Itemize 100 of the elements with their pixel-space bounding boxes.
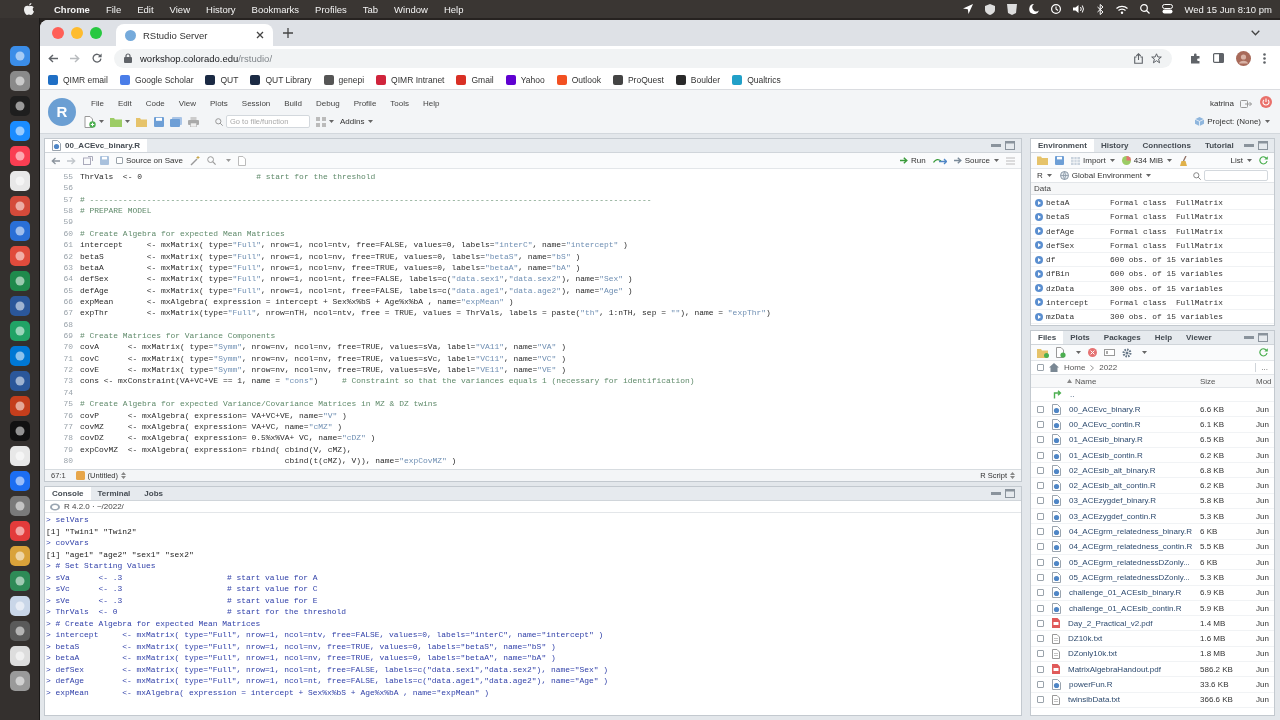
file-link[interactable]: 00_ACEvc_binary.R <box>1069 404 1200 414</box>
pane-tab[interactable]: Terminal <box>90 487 138 500</box>
bookmark[interactable]: QIMR Intranet <box>376 74 445 85</box>
file-link[interactable]: 02_ACEsib_alt_binary.R <box>1069 465 1200 475</box>
sign-out-icon[interactable] <box>1240 100 1252 108</box>
checkbox[interactable] <box>1037 681 1044 688</box>
share-icon[interactable] <box>1134 52 1143 64</box>
back-icon[interactable] <box>48 53 58 63</box>
pane-tab[interactable]: Environment <box>1031 139 1094 152</box>
menu-item[interactable]: Help <box>416 99 447 108</box>
checkbox[interactable] <box>1037 497 1044 505</box>
bookmark[interactable]: Gmail <box>456 74 494 85</box>
location-arrow-icon[interactable] <box>962 4 973 14</box>
pane-tab[interactable]: History <box>1093 139 1136 152</box>
more-menu[interactable]: ... <box>1255 363 1268 372</box>
file-link[interactable]: 05_ACEgrm_relatednessDZonly... <box>1069 572 1200 582</box>
plus-icon[interactable] <box>283 28 293 38</box>
language-menu[interactable]: R <box>1037 171 1052 180</box>
wifi-icon[interactable] <box>1115 4 1128 14</box>
clock-icon[interactable] <box>1050 4 1061 14</box>
menu-item[interactable]: Help <box>435 3 472 15</box>
bookmark[interactable]: QUT <box>205 74 239 85</box>
expand-icon[interactable] <box>1035 298 1043 307</box>
app-icon[interactable] <box>9 271 30 291</box>
file-link[interactable]: 02_ACEsib_alt_contin.R <box>1069 481 1200 491</box>
bookmark[interactable]: genepi <box>323 74 365 85</box>
checkbox[interactable] <box>1037 619 1044 627</box>
file-link[interactable]: 04_ACEgrm_relatedness_binary.R <box>1069 527 1200 536</box>
file-link[interactable]: 01_ACEsib_binary.R <box>1069 435 1200 445</box>
magic-wand-icon[interactable] <box>189 155 200 166</box>
column-header[interactable]: Size <box>1200 376 1256 386</box>
project-menu[interactable]: Project: (None) <box>1195 117 1270 126</box>
checkbox[interactable] <box>1037 543 1044 551</box>
file-link[interactable]: twinsibData.txt <box>1068 695 1200 705</box>
maximize-pane-icon[interactable] <box>1005 141 1015 150</box>
menu-item[interactable]: Edit <box>110 99 139 108</box>
up-arrow-icon[interactable] <box>1053 390 1062 399</box>
bookmark[interactable]: Yahoo <box>505 74 545 85</box>
file-link[interactable]: 03_ACEzygdef_contin.R <box>1069 511 1200 521</box>
menu-item[interactable]: Window <box>386 3 436 15</box>
menu-item[interactable]: Tab <box>354 3 387 15</box>
menu-item[interactable]: View <box>171 99 203 108</box>
expand-icon[interactable] <box>1035 212 1043 221</box>
more-icon[interactable] <box>1263 52 1266 64</box>
new-file-icon[interactable] <box>1056 347 1066 358</box>
bookmark[interactable]: QIMR email <box>48 74 108 85</box>
shield-icon[interactable] <box>1006 3 1017 15</box>
menu-item[interactable]: Profiles <box>307 3 355 15</box>
app-icon[interactable] <box>9 96 30 116</box>
pane-tab[interactable]: Viewer <box>1179 331 1219 344</box>
app-icon[interactable] <box>9 346 30 366</box>
rename-icon[interactable] <box>1104 349 1115 356</box>
app-icon[interactable] <box>9 396 30 416</box>
expand-icon[interactable] <box>1035 312 1043 321</box>
gear-icon[interactable] <box>1122 347 1132 358</box>
pane-tab[interactable]: Console <box>45 487 91 500</box>
back-arrow-icon[interactable] <box>51 156 60 165</box>
address-field[interactable]: workshop.colorado.edu/rstudio/ <box>114 48 1172 68</box>
bookmark[interactable]: QUT Library <box>250 74 312 85</box>
volume-icon[interactable] <box>1072 4 1085 14</box>
file-link[interactable]: powerFun.R <box>1069 680 1200 689</box>
menu-item[interactable]: Plots <box>203 99 235 108</box>
file-link[interactable]: 01_ACEsib_contin.R <box>1069 450 1200 460</box>
checkbox[interactable] <box>1037 589 1044 597</box>
checkbox[interactable] <box>1037 665 1044 673</box>
save-icon[interactable] <box>1055 156 1064 165</box>
save-icon[interactable] <box>100 156 109 165</box>
app-icon[interactable] <box>9 671 30 691</box>
app-icon[interactable] <box>9 71 30 91</box>
app-icon[interactable] <box>9 471 30 491</box>
view-menu[interactable]: List <box>1230 156 1252 165</box>
popout-icon[interactable] <box>83 156 93 165</box>
shield-icon[interactable] <box>984 3 995 15</box>
checkbox[interactable] <box>1037 696 1044 704</box>
maximize-pane-icon[interactable] <box>1005 489 1015 498</box>
power-icon[interactable] <box>1260 96 1272 108</box>
checkbox[interactable] <box>1037 436 1044 444</box>
browser-tab[interactable]: RStudio Server <box>116 24 273 46</box>
pane-tab[interactable]: Help <box>1147 331 1180 344</box>
checkbox[interactable] <box>1037 451 1044 459</box>
refresh-icon[interactable] <box>1259 156 1268 165</box>
menu-item[interactable]: History <box>198 3 244 15</box>
editor-tab[interactable]: 00_ACEvc_binary.R <box>45 139 147 152</box>
column-header[interactable]: Mod <box>1256 376 1274 386</box>
checkbox[interactable] <box>1037 604 1044 612</box>
expand-icon[interactable] <box>1035 255 1043 264</box>
broom-icon[interactable] <box>1179 155 1189 166</box>
app-icon[interactable] <box>9 221 30 241</box>
expand-icon[interactable] <box>1035 284 1043 293</box>
bookmark[interactable]: ProQuest <box>612 74 664 85</box>
pane-tab[interactable]: Files <box>1031 331 1064 344</box>
file-link[interactable]: DZ10k.txt <box>1068 634 1200 644</box>
memory-menu[interactable]: 434 MiB <box>1121 156 1173 165</box>
menu-item[interactable]: Bookmarks <box>243 3 308 15</box>
bookmark[interactable]: Outlook <box>556 74 601 85</box>
forward-icon[interactable] <box>70 53 80 63</box>
pane-tab[interactable]: Packages <box>1096 331 1148 344</box>
bluetooth-icon[interactable] <box>1096 3 1104 15</box>
app-icon[interactable] <box>9 146 30 166</box>
file-link[interactable]: Day_2_Practical_v2.pdf <box>1068 618 1200 628</box>
